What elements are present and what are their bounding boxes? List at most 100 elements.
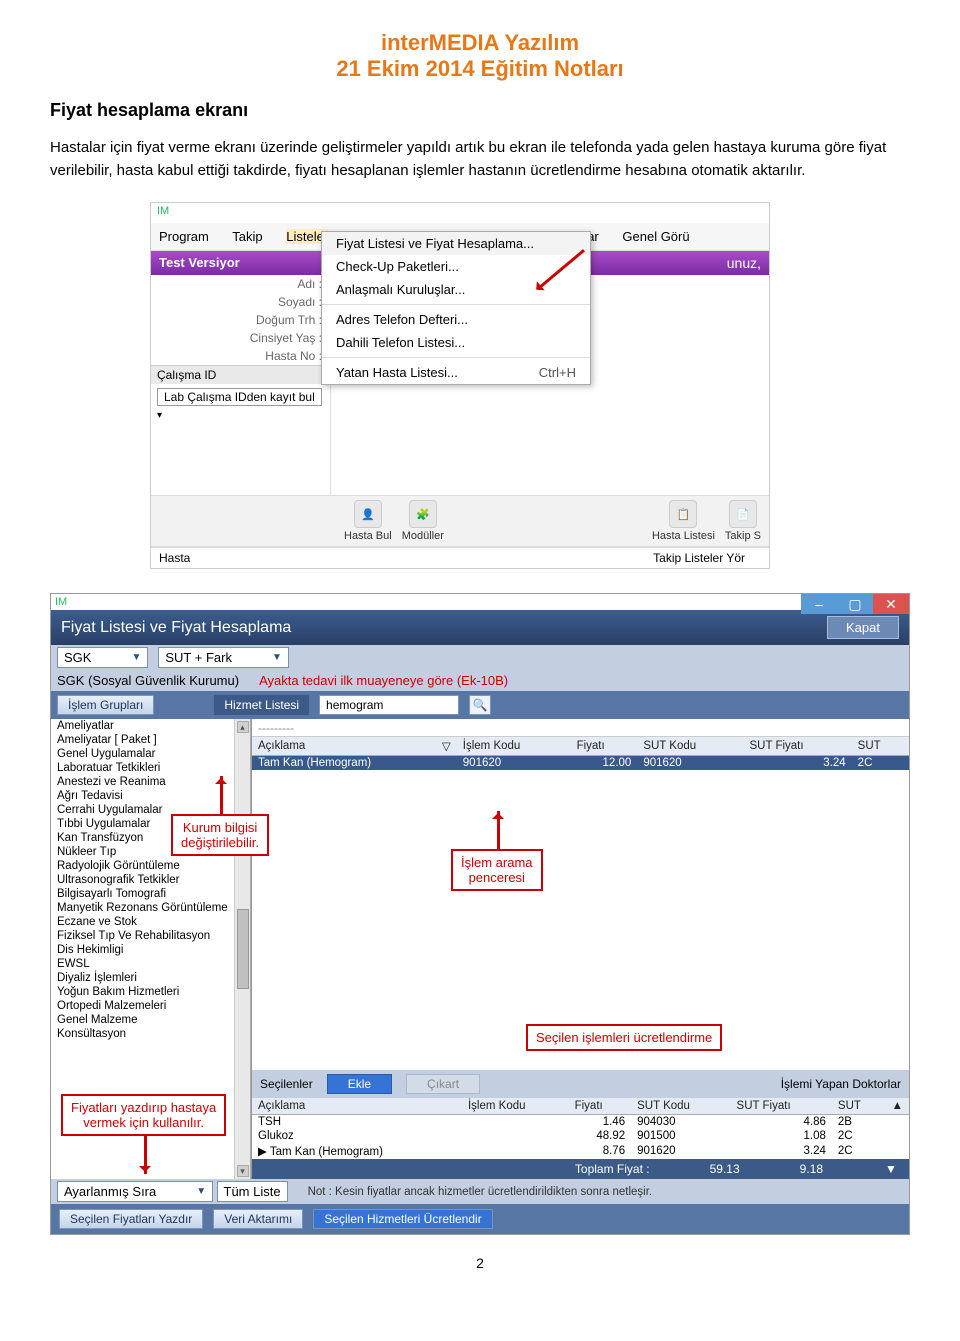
chevron-down-icon: ▼ (131, 652, 141, 663)
group-item[interactable]: Eczane ve Stok (51, 915, 250, 929)
col-islemkodu[interactable]: İşlem Kodu (457, 737, 571, 756)
islem-gruplari-button[interactable]: İşlem Grupları (57, 695, 154, 715)
group-item[interactable]: Diyaliz İşlemleri (51, 971, 250, 985)
group-item[interactable]: Ultrasonografik Tetkikler (51, 873, 250, 887)
ucretlendir-button[interactable]: Seçilen Hizmetleri Ücretlendir (313, 1209, 492, 1229)
group-item[interactable]: Ameliyatar [ Paket ] (51, 733, 250, 747)
lab-calisma-input[interactable]: Lab Çalışma IDden kayıt bul (157, 388, 322, 406)
tool-hasta-bul[interactable]: 👤Hasta Bul (344, 500, 392, 542)
window-minimize-icon[interactable]: – (801, 594, 837, 614)
group-item[interactable]: Ortopedi Malzemeleri (51, 999, 250, 1013)
tool-hasta-listesi[interactable]: 📋Hasta Listesi (652, 500, 715, 542)
menu-takip[interactable]: Takip (232, 229, 262, 244)
label-soyadi: Soyadı : (151, 293, 330, 311)
fiyat-note: Not : Kesin fiyatlar ancak hizmetler ücr… (298, 1183, 903, 1201)
toplam-label: Toplam Fiyat : (575, 1162, 650, 1176)
doc-title-block: interMEDIA Yazılım 21 Ekim 2014 Eğitim N… (50, 30, 910, 82)
siralama-combobox[interactable]: Ayarlanmış Sıra▼ (57, 1181, 213, 1202)
scroll-thumb[interactable] (237, 909, 249, 989)
dropdown-dahili-tel[interactable]: Dahili Telefon Listesi... (322, 331, 590, 354)
page-number: 2 (50, 1255, 910, 1271)
group-item[interactable]: Fiziksel Tıp Ve Rehabilitasyon (51, 929, 250, 943)
dropdown-yatan-hasta[interactable]: Yatan Hasta Listesi... Ctrl+H (322, 361, 590, 384)
label-cinsiyet: Cinsiyet Yaş : (151, 329, 330, 347)
scroll-down-icon[interactable]: ▾ (237, 1165, 249, 1177)
toplam-sut: 9.18 (800, 1162, 823, 1176)
callout-islem-arama: İşlem arama penceresi (451, 849, 543, 891)
col-fiyati[interactable]: Fiyatı (571, 737, 638, 756)
secilenler-table: Açıklama İşlem Kodu Fiyatı SUT Kodu SUT … (252, 1098, 909, 1159)
dropdown-fiyat-listesi[interactable]: Fiyat Listesi ve Fiyat Hesaplama... (322, 232, 590, 255)
table-row[interactable]: Glukoz48.929015001.082C (252, 1129, 909, 1143)
tarife-combobox[interactable]: SUT + Fark▼ (158, 647, 289, 668)
group-item[interactable]: Konsültasyon (51, 1027, 250, 1041)
liste-combobox[interactable]: Tüm Liste (217, 1181, 288, 1202)
app-logo-2: IM (51, 596, 71, 608)
window-close-icon[interactable]: ✕ (873, 594, 909, 614)
label-dogum: Doğum Trh : (151, 311, 330, 329)
tool-takip[interactable]: 📄Takip S (725, 500, 761, 542)
col-sut[interactable]: SUT (852, 737, 909, 756)
dialog-header: Fiyat Listesi ve Fiyat Hesaplama Kapat (51, 610, 909, 645)
group-item[interactable]: Yoğun Bakım Hizmetleri (51, 985, 250, 999)
listeler-dropdown: Fiyat Listesi ve Fiyat Hesaplama... Chec… (321, 231, 591, 385)
group-item[interactable]: Bilgisayarlı Tomografi (51, 887, 250, 901)
window-maximize-icon[interactable]: ▢ (837, 594, 873, 614)
hizmet-listesi-label: Hizmet Listesi (214, 695, 309, 715)
scroll-up-icon[interactable]: ▴ (237, 721, 249, 733)
dialog-title: Fiyat Listesi ve Fiyat Hesaplama (61, 619, 291, 637)
dropdown-checkup[interactable]: Check-Up Paketleri... (322, 255, 590, 278)
sidebar-scrollbar[interactable]: ▴ ▾ (234, 719, 250, 1179)
chevron-down-icon: ▼ (272, 652, 282, 663)
group-item[interactable]: Manyetik Rezonans Görüntüleme (51, 901, 250, 915)
table-row[interactable]: Tam Kan (Hemogram) 901620 12.00 901620 3… (252, 756, 909, 771)
screenshot-1: IM Program Takip Listeler Kişisel Yöneti… (150, 202, 770, 569)
chevron-down-icon: ▼ (196, 1186, 206, 1197)
table-row[interactable]: ▶ Tam Kan (Hemogram)8.769016203.242C (252, 1143, 909, 1159)
section-title: Fiyat hesaplama ekranı (50, 100, 910, 121)
doc-title-1: interMEDIA Yazılım (50, 30, 910, 56)
kapat-button[interactable]: Kapat (827, 616, 899, 639)
search-input[interactable] (319, 695, 459, 715)
doktorlar-label: İşlemi Yapan Doktorlar (781, 1077, 901, 1091)
tabs-right[interactable]: Takip Listeler Yör (653, 551, 745, 565)
group-item[interactable]: Genel Malzeme (51, 1013, 250, 1027)
group-item[interactable]: Radyolojik Görüntüleme (51, 859, 250, 873)
group-item[interactable]: Genel Uygulamalar (51, 747, 250, 761)
lab-calisma-dropdown-icon[interactable]: ▾ (157, 410, 162, 421)
ekle-button[interactable]: Ekle (327, 1074, 392, 1094)
menu-program[interactable]: Program (159, 229, 209, 244)
veri-aktarimi-button[interactable]: Veri Aktarımı (213, 1209, 303, 1229)
col-sutkodu[interactable]: SUT Kodu (637, 737, 743, 756)
screenshot-2: IM – ▢ ✕ Fiyat Listesi ve Fiyat Hesaplam… (50, 593, 910, 1235)
group-item[interactable]: Dis Hekimligi (51, 943, 250, 957)
tab-hasta[interactable]: Hasta (159, 551, 190, 565)
app-logo: IM (157, 205, 169, 217)
secilenler-label: Seçilenler (260, 1077, 313, 1091)
doc-title-2: 21 Ekim 2014 Eğitim Notları (50, 56, 910, 82)
kurum-full-label: SGK (Sosyal Güvenlik Kurumu) (57, 673, 239, 688)
group-item[interactable]: EWSL (51, 957, 250, 971)
patient-info-pane: Adı : Soyadı : Doğum Trh : Cinsiyet Yaş … (151, 275, 331, 495)
calisma-id-label: Çalışma ID (151, 365, 330, 384)
callout-secilen-ucretlendirme: Seçilen işlemleri ücretlendirme (526, 1024, 722, 1051)
menu-genel[interactable]: Genel Görü (622, 229, 689, 244)
group-item[interactable]: Ameliyatlar (51, 719, 250, 733)
col-aciklama[interactable]: Açıklama (252, 737, 404, 756)
fiyat-yazdir-button[interactable]: Seçilen Fiyatları Yazdır (59, 1209, 203, 1229)
search-person-icon: 👤 (354, 500, 382, 528)
tool-moduller[interactable]: 🧩Modüller (402, 500, 444, 542)
list-icon: 📋 (669, 500, 697, 528)
dropdown-adres-tel[interactable]: Adres Telefon Defteri... (322, 308, 590, 331)
search-icon[interactable]: 🔍 (469, 695, 491, 715)
cikart-button[interactable]: Çıkart (406, 1074, 480, 1094)
toplam-fiyat: 59.13 (710, 1162, 740, 1176)
shortcut-ctrl-h: Ctrl+H (539, 365, 576, 380)
ek10b-note: Ayakta tedavi ilk muayeneye göre (Ek-10B… (259, 673, 508, 688)
test-banner: Test Versiyor (151, 251, 248, 275)
kurum-combobox[interactable]: SGK▼ (57, 647, 148, 668)
table-row[interactable]: TSH1.469040304.862B (252, 1115, 909, 1130)
dropdown-anlasmali[interactable]: Anlaşmalı Kuruluşlar... (322, 278, 590, 301)
body-text: Hastalar için fiyat verme ekranı üzerind… (50, 137, 910, 182)
col-sutfiyati[interactable]: SUT Fiyatı (743, 737, 851, 756)
